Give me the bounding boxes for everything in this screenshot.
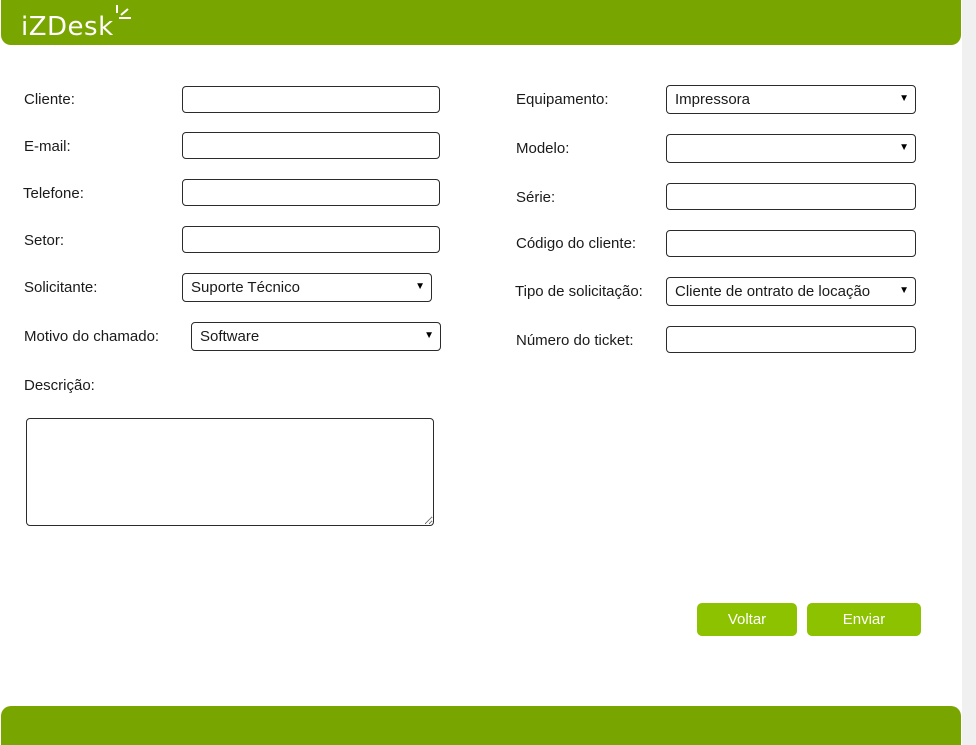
dropdown-arrow-icon: ▼ [415, 281, 425, 292]
descricao-textarea[interactable] [26, 418, 434, 526]
serie-field[interactable] [666, 183, 916, 210]
logo-text: iZDesk [21, 12, 114, 42]
bottom-banner [1, 706, 961, 745]
back-button[interactable]: Voltar [697, 603, 797, 636]
cliente-label: Cliente: [24, 91, 75, 108]
motivo-label: Motivo do chamado: [24, 328, 160, 345]
telefone-field[interactable] [182, 179, 440, 206]
dropdown-arrow-icon: ▼ [899, 285, 909, 296]
email-label: E-mail: [24, 138, 71, 155]
codigo-cliente-label: Código do cliente: [516, 235, 637, 252]
top-banner: iZDesk [1, 0, 961, 45]
modelo-label: Modelo: [516, 140, 570, 157]
setor-field[interactable] [182, 226, 440, 253]
codigo-cliente-field[interactable] [666, 230, 916, 257]
equipamento-label: Equipamento: [516, 91, 609, 108]
equipamento-select[interactable]: Impressora ▼ [666, 85, 916, 114]
serie-label: Série: [516, 189, 556, 206]
page-scroll-gutter [962, 0, 976, 745]
email-field[interactable] [182, 132, 440, 159]
dropdown-arrow-icon: ▼ [899, 93, 909, 104]
sparkle-icon [116, 5, 131, 19]
descricao-label: Descrição: [24, 377, 95, 394]
numero-ticket-label: Número do ticket: [516, 332, 634, 349]
equipamento-selected-value: Impressora [675, 91, 751, 108]
setor-label: Setor: [24, 232, 65, 249]
solicitante-select[interactable]: Suporte Técnico ▼ [182, 273, 432, 302]
modelo-select[interactable]: ▼ [666, 134, 916, 163]
telefone-label: Telefone: [23, 185, 84, 202]
motivo-selected-value: Software [200, 328, 260, 345]
dropdown-arrow-icon: ▼ [424, 330, 434, 341]
tipo-solicitacao-select[interactable]: Cliente de ontrato de locação ▼ [666, 277, 916, 306]
cliente-field[interactable] [182, 86, 440, 113]
motivo-select[interactable]: Software ▼ [191, 322, 441, 351]
numero-ticket-field[interactable] [666, 326, 916, 353]
solicitante-label: Solicitante: [24, 279, 98, 296]
solicitante-selected-value: Suporte Técnico [191, 279, 300, 296]
submit-button[interactable]: Enviar [807, 603, 921, 636]
tipo-solicitacao-label: Tipo de solicitação: [515, 283, 643, 300]
tipo-solicitacao-selected-value: Cliente de ontrato de locação [675, 283, 871, 300]
dropdown-arrow-icon: ▼ [899, 142, 909, 153]
